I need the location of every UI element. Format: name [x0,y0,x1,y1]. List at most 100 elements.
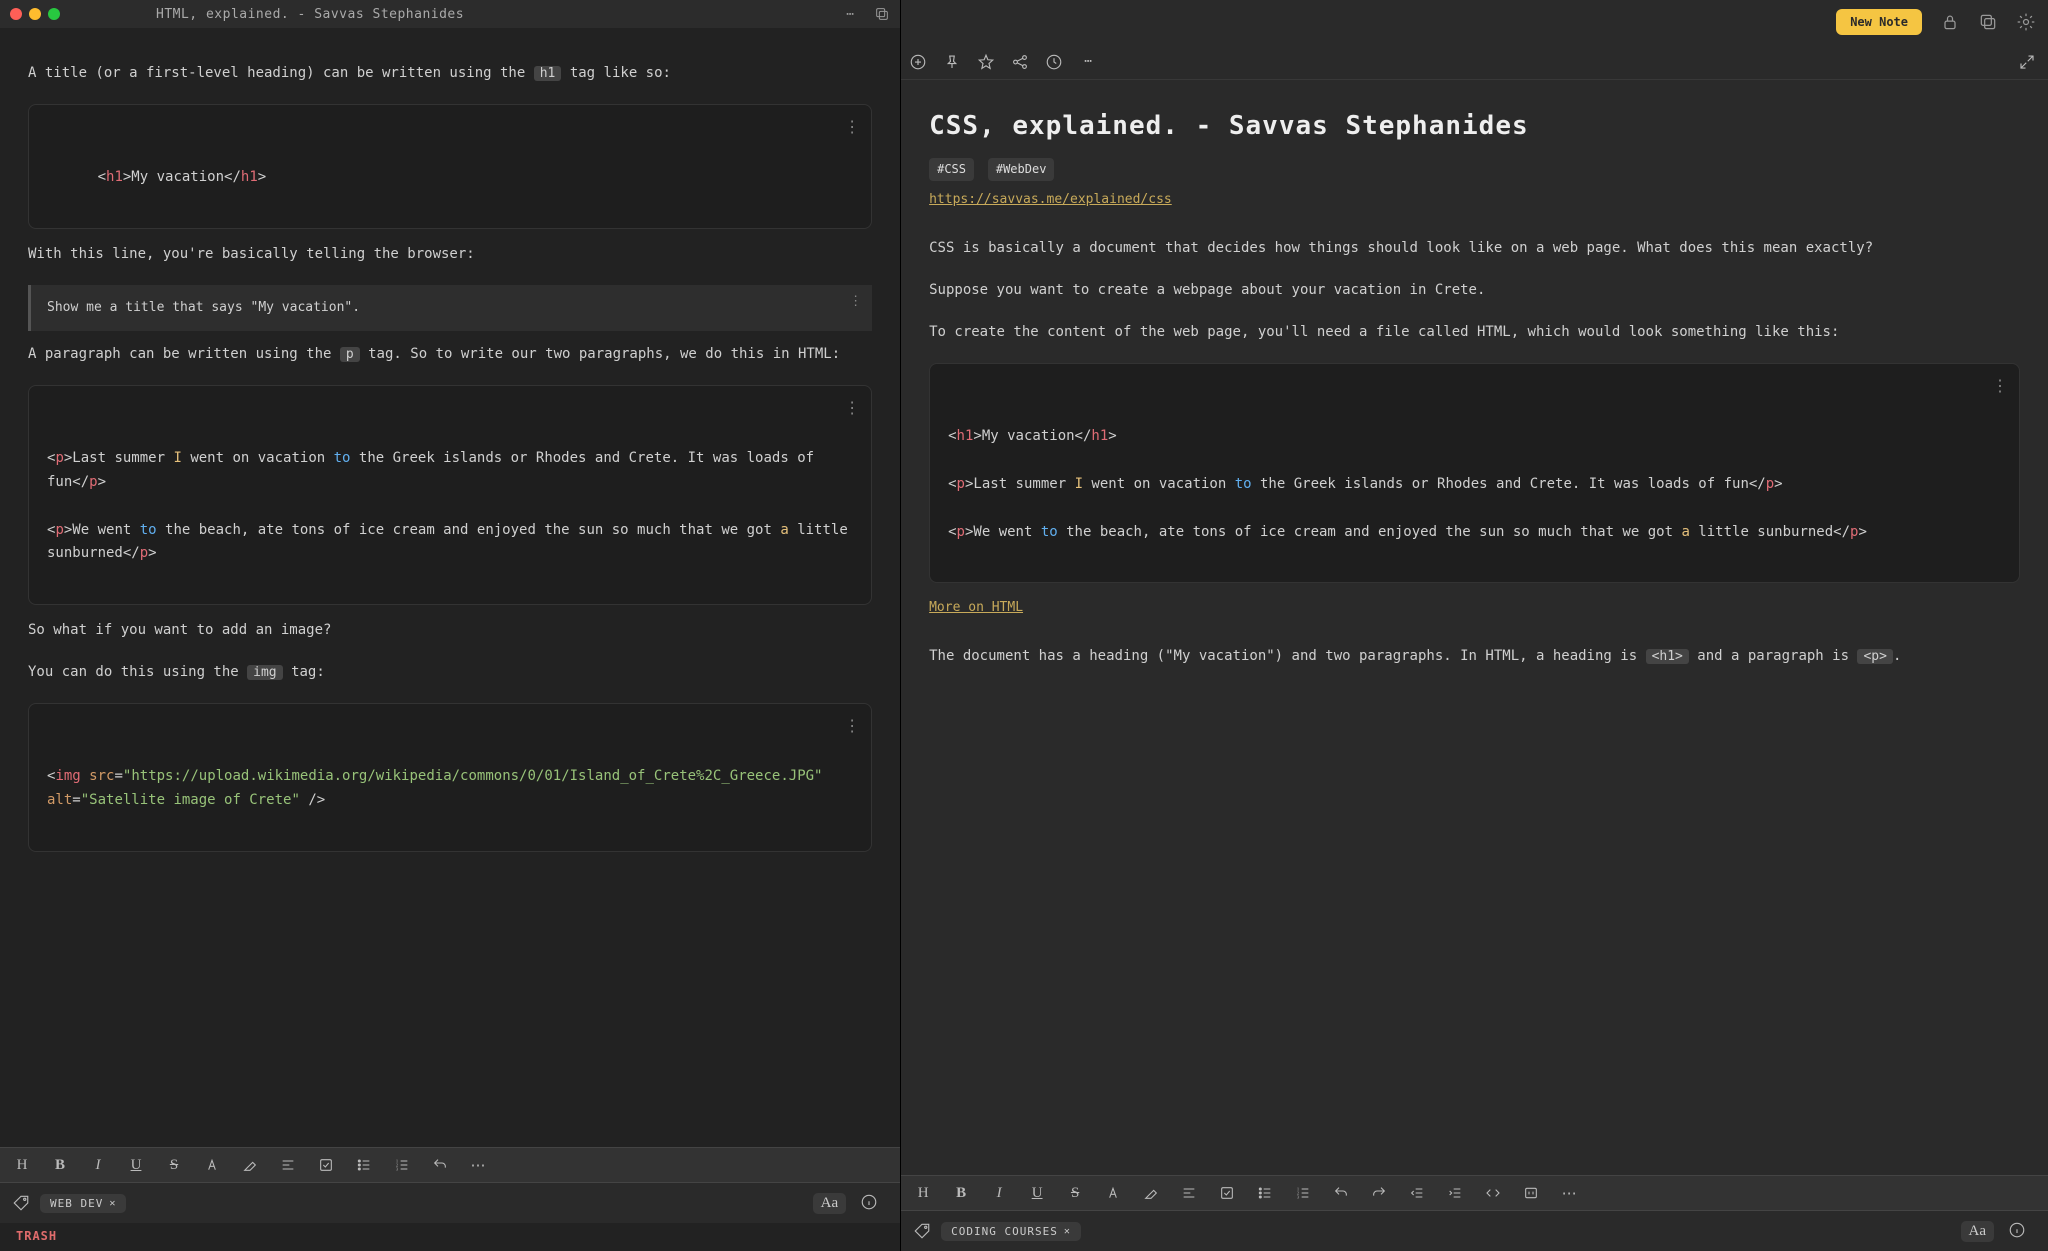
note-title: CSS, explained. - Savvas Stephanides [929,104,2020,148]
checklist-button[interactable] [312,1151,340,1179]
inline-code: h1 [534,66,562,81]
expand-icon[interactable] [2018,53,2036,71]
code-menu-icon[interactable]: ⋮ [844,113,861,140]
bold-button[interactable]: B [46,1151,74,1179]
close-window-icon[interactable] [10,8,22,20]
titlebar: HTML, explained. - Savvas Stephanides ⋯ [0,0,900,28]
status-bar: CODING COURSES✕ Aa [901,1211,2048,1251]
remove-tag-icon[interactable]: ✕ [1064,1226,1071,1237]
title-more-icon[interactable]: ⋯ [842,6,858,22]
inline-code: img [247,665,282,680]
highlight-button[interactable] [236,1151,264,1179]
text-color-button[interactable] [198,1151,226,1179]
redo-button[interactable] [1365,1179,1393,1207]
ordered-list-button[interactable]: 123 [1289,1179,1317,1207]
share-icon[interactable] [1011,53,1029,71]
traffic-lights[interactable] [10,8,60,20]
svg-text:3: 3 [396,1166,398,1171]
add-tab-icon[interactable] [909,53,927,71]
italic-button[interactable]: I [84,1151,112,1179]
indent-button[interactable] [1441,1179,1469,1207]
info-icon[interactable] [2008,1221,2026,1239]
checklist-button[interactable] [1213,1179,1241,1207]
paragraph: A paragraph can be written using the p t… [28,343,872,367]
more-format-button[interactable]: ⋯ [464,1151,492,1179]
outdent-button[interactable] [1403,1179,1431,1207]
underline-button[interactable]: U [1023,1179,1051,1207]
source-link[interactable]: https://savvas.me/explained/css [929,189,1172,211]
note-tag[interactable]: WEB DEV✕ [40,1194,126,1213]
status-bar: WEB DEV✕ Aa [0,1183,900,1223]
settings-icon[interactable] [2016,12,2036,32]
undo-button[interactable] [1327,1179,1355,1207]
underline-button[interactable]: U [122,1151,150,1179]
align-button[interactable] [274,1151,302,1179]
paragraph: A title (or a first-level heading) can b… [28,62,872,86]
more-format-button[interactable]: ⋯ [1555,1179,1583,1207]
bullet-list-button[interactable] [1251,1179,1279,1207]
right-note-window: New Note ⋯ CSS, explained. - Savvas Step… [901,0,2048,1251]
hashtag-row: #CSS #WebDev [929,158,2020,181]
code-menu-icon[interactable]: ⋮ [844,394,861,421]
italic-button[interactable]: I [985,1179,1013,1207]
hashtag[interactable]: #CSS [929,158,974,180]
new-note-button[interactable]: New Note [1836,9,1922,35]
heading-button[interactable]: H [8,1151,36,1179]
format-toolbar: H B I U S 123 ⋯ [0,1147,900,1183]
code-button[interactable] [1479,1179,1507,1207]
paragraph: So what if you want to add an image? [28,619,872,643]
heading-button[interactable]: H [909,1179,937,1207]
trash-label[interactable]: TRASH [0,1223,900,1251]
note-content[interactable]: A title (or a first-level heading) can b… [0,28,900,1147]
ordered-list-button[interactable]: 123 [388,1151,416,1179]
code-menu-icon[interactable]: ⋮ [1992,372,2009,399]
font-size-button[interactable]: Aa [813,1193,847,1214]
tag-icon[interactable] [913,1222,931,1240]
history-icon[interactable] [1045,53,1063,71]
bold-button[interactable]: B [947,1179,975,1207]
code-block[interactable]: ⋮ <h1>My vacation</h1> <p>Last summer I … [929,363,2020,583]
lock-icon[interactable] [1940,12,1960,32]
inline-code: p [340,347,360,362]
paragraph: You can do this using the img tag: [28,661,872,685]
maximize-window-icon[interactable] [48,8,60,20]
inline-code: <h1> [1646,649,1689,664]
undo-button[interactable] [426,1151,454,1179]
code-block[interactable]: ⋮ <img src="https://upload.wikimedia.org… [28,703,872,852]
more-link[interactable]: More on HTML [929,597,1023,619]
align-button[interactable] [1175,1179,1203,1207]
info-icon[interactable] [860,1193,878,1211]
code-block[interactable]: ⋮ <p>Last summer I went on vacation to t… [28,385,872,605]
code-menu-icon[interactable]: ⋮ [844,712,861,739]
copy-icon[interactable] [874,6,890,22]
hashtag[interactable]: #WebDev [988,158,1055,180]
paragraph: To create the content of the web page, y… [929,321,2020,345]
format-toolbar: H B I U S 123 ⋯ [901,1175,2048,1211]
font-size-button[interactable]: Aa [1961,1221,1995,1242]
note-tag[interactable]: CODING COURSES✕ [941,1222,1081,1241]
quote-button[interactable] [1517,1179,1545,1207]
note-content[interactable]: CSS, explained. - Savvas Stephanides #CS… [901,80,2048,1175]
paragraph: CSS is basically a document that decides… [929,237,2020,261]
note-tab-bar: ⋯ [901,44,2048,80]
minimize-window-icon[interactable] [29,8,41,20]
quote-menu-icon[interactable]: ⋮ [849,291,862,313]
strike-button[interactable]: S [160,1151,188,1179]
highlight-button[interactable] [1137,1179,1165,1207]
star-icon[interactable] [977,53,995,71]
bullet-list-button[interactable] [350,1151,378,1179]
left-note-window: HTML, explained. - Savvas Stephanides ⋯ … [0,0,901,1251]
pin-icon[interactable] [943,53,961,71]
paragraph: With this line, you're basically telling… [28,243,872,267]
paragraph: The document has a heading ("My vacation… [929,645,2020,669]
window-title: HTML, explained. - Savvas Stephanides [76,7,842,22]
strike-button[interactable]: S [1061,1179,1089,1207]
remove-tag-icon[interactable]: ✕ [109,1198,116,1209]
tag-icon[interactable] [12,1194,30,1212]
text-color-button[interactable] [1099,1179,1127,1207]
copy-note-icon[interactable] [1978,12,1998,32]
top-action-bar: New Note [901,0,2048,44]
more-tabs-icon[interactable]: ⋯ [1079,53,1097,71]
code-block[interactable]: ⋮ <h1>My vacation</h1> [28,104,872,229]
blockquote: ⋮ Show me a title that says "My vacation… [28,285,872,331]
